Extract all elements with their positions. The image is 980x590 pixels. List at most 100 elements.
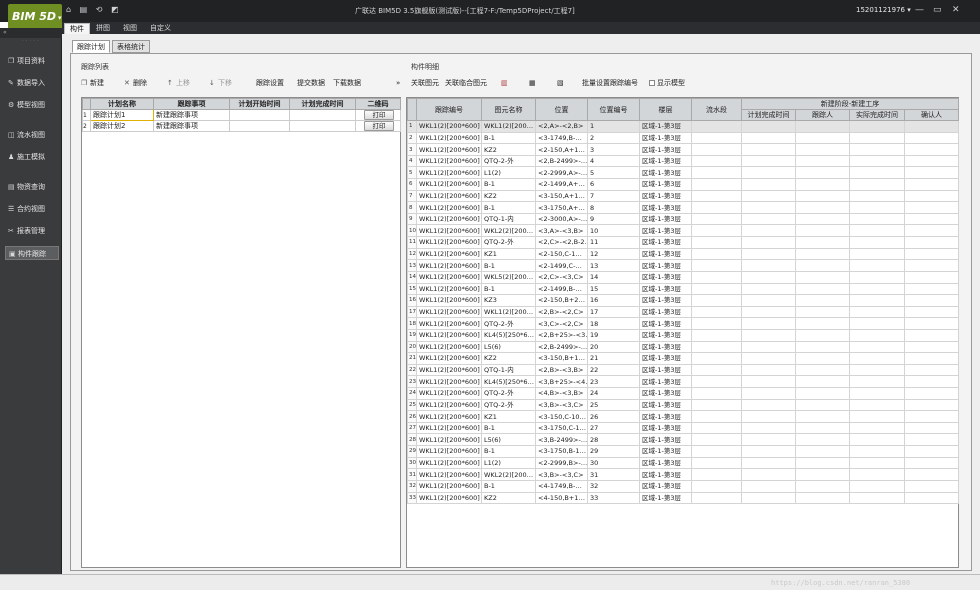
empty-cell[interactable] [691,340,742,354]
column-header[interactable]: 计划完成时间 [741,109,796,121]
element-name-cell[interactable]: QTQ-1-内 [481,363,536,377]
empty-cell[interactable] [903,259,960,272]
empty-cell[interactable] [741,468,796,481]
tracking-number-cell[interactable]: WKL1(2)[200*600] [416,479,482,493]
empty-cell[interactable] [691,387,742,400]
empty-cell[interactable] [849,212,905,226]
empty-cell[interactable] [849,201,905,214]
empty-cell[interactable] [741,433,796,447]
position-number-cell[interactable]: 3 [587,143,640,156]
floor-cell[interactable]: 区域-1-第3层 [639,143,692,156]
element-name-cell[interactable]: KL4(5)[250*6… [481,328,536,342]
position-number-cell[interactable]: 22 [587,363,640,377]
floor-cell[interactable]: 区域-1-第3层 [639,421,692,435]
element-name-cell[interactable]: B-1 [481,282,536,296]
table-row[interactable]: 5 WKL1(2)[200*600] L1(2) <2-2999,A>-… 5 区域-1-… [407,166,960,180]
element-name-cell[interactable]: KZ2 [481,143,536,156]
empty-cell[interactable] [903,387,960,400]
table-row[interactable]: 17 WKL1(2)[200*600] WKL1(2)[200… <2,B>-<2,C… [407,305,960,319]
element-name-cell[interactable]: B-1 [481,178,536,191]
empty-cell[interactable] [741,166,796,180]
element-name-cell[interactable]: B-1 [481,201,536,214]
position-cell[interactable]: <3,C>-<2,C> [535,317,588,330]
empty-cell[interactable] [795,305,850,319]
tracking-number-cell[interactable]: WKL1(2)[200*600] [416,270,482,284]
empty-cell[interactable] [691,410,742,423]
floor-cell[interactable]: 区域-1-第3层 [639,445,692,458]
tracking-number-cell[interactable]: WKL1(2)[200*600] [416,340,482,354]
empty-cell[interactable] [903,491,960,505]
plan-end-cell[interactable] [289,109,356,121]
empty-cell[interactable] [795,189,850,203]
element-name-cell[interactable]: L5(6) [481,340,536,354]
empty-cell[interactable] [903,120,960,133]
tracking-number-cell[interactable]: WKL1(2)[200*600] [416,120,482,133]
empty-cell[interactable] [795,375,850,388]
empty-cell[interactable] [795,154,850,168]
element-name-cell[interactable]: L5(6) [481,433,536,447]
empty-cell[interactable] [849,340,905,354]
position-number-cell[interactable]: 18 [587,317,640,330]
tracking-number-cell[interactable]: WKL1(2)[200*600] [416,468,482,481]
empty-cell[interactable] [795,410,850,423]
empty-cell[interactable] [741,247,796,261]
plan-start-cell[interactable] [229,109,290,121]
element-name-cell[interactable]: QTQ-2-外 [481,398,536,412]
floor-cell[interactable]: 区域-1-第3层 [639,375,692,388]
empty-cell[interactable] [849,375,905,388]
submit-data-button[interactable]: 提交数据 [297,76,325,90]
position-cell[interactable]: <2-1499,B-… [535,282,588,296]
empty-cell[interactable] [849,410,905,423]
tracking-number-cell[interactable]: WKL1(2)[200*600] [416,178,482,191]
position-number-cell[interactable]: 28 [587,433,640,447]
empty-cell[interactable] [741,340,796,354]
tracking-number-cell[interactable]: WKL1(2)[200*600] [416,282,482,296]
position-cell[interactable]: <3-150,B+1… [535,352,588,365]
floor-cell[interactable]: 区域-1-第3层 [639,131,692,145]
floor-cell[interactable]: 区域-1-第3层 [639,468,692,481]
empty-cell[interactable] [795,201,850,214]
position-number-cell[interactable]: 4 [587,154,640,168]
floor-cell[interactable]: 区域-1-第3层 [639,340,692,354]
tracking-item-cell[interactable]: 新建跟踪事项 [153,109,230,121]
floor-cell[interactable]: 区域-1-第3层 [639,282,692,296]
sidebar-collapse-button[interactable]: « [0,28,62,38]
empty-cell[interactable] [691,166,742,180]
empty-cell[interactable] [741,212,796,226]
element-name-cell[interactable]: QTQ-2-外 [481,236,536,249]
empty-cell[interactable] [849,468,905,481]
column-header[interactable]: 位置 [535,98,588,121]
column-header[interactable]: 计划开始时间 [229,98,290,110]
empty-cell[interactable] [849,120,905,133]
position-number-cell[interactable]: 8 [587,201,640,214]
table-row[interactable]: 1 WKL1(2)[200*600] WKL1(2)[200… <2,A>-<2,B>… [407,120,960,133]
position-cell[interactable]: <2,C>-<2,B-2… [535,236,588,249]
move-down-button[interactable]: ↓ 下移 [209,76,232,90]
table-row[interactable]: 29 WKL1(2)[200*600] B-1 <3-1750,B-1… 29 区域-1-… [407,445,960,458]
floor-cell[interactable]: 区域-1-第3层 [639,166,692,180]
floor-cell[interactable]: 区域-1-第3层 [639,247,692,261]
empty-cell[interactable] [795,247,850,261]
element-name-cell[interactable]: B-1 [481,421,536,435]
empty-cell[interactable] [741,375,796,388]
empty-cell[interactable] [691,201,742,214]
floor-cell[interactable]: 区域-1-第3层 [639,387,692,400]
empty-cell[interactable] [691,398,742,412]
empty-cell[interactable] [691,375,742,388]
empty-cell[interactable] [903,328,960,342]
empty-cell[interactable] [741,363,796,377]
empty-cell[interactable] [903,479,960,493]
empty-cell[interactable] [795,456,850,470]
floor-cell[interactable]: 区域-1-第3层 [639,178,692,191]
position-cell[interactable]: <3-1750,A+… [535,201,588,214]
empty-cell[interactable] [691,236,742,249]
position-cell[interactable]: <2-2999,B>-… [535,456,588,470]
empty-cell[interactable] [849,154,905,168]
empty-cell[interactable] [849,387,905,400]
sidebar-item-material-query[interactable]: ▤ 物资查询 [5,180,59,194]
floor-cell[interactable]: 区域-1-第3层 [639,352,692,365]
empty-cell[interactable] [795,387,850,400]
empty-cell[interactable] [795,433,850,447]
empty-cell[interactable] [903,131,960,145]
empty-cell[interactable] [849,247,905,261]
